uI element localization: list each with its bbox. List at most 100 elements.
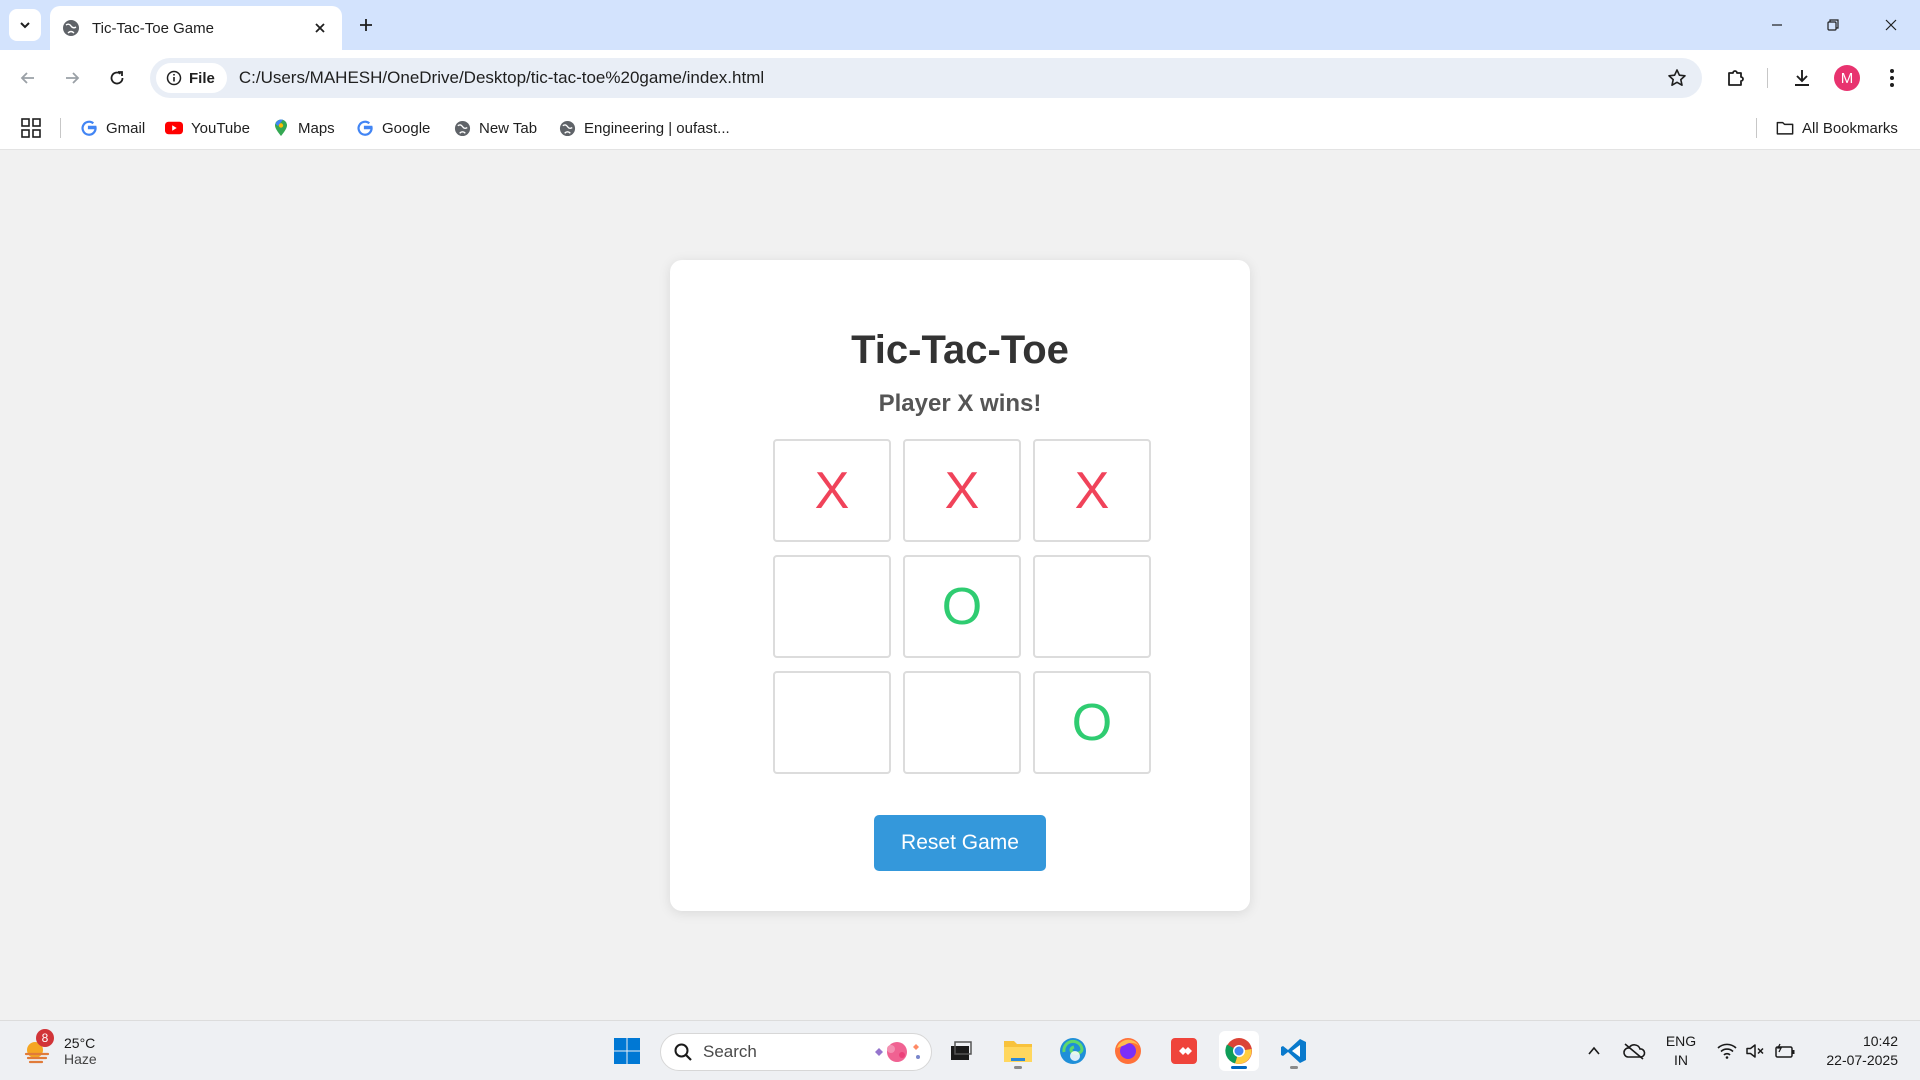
onedrive-tray[interactable] (1619, 1033, 1649, 1069)
weather-widget[interactable]: 8 25°C Haze (22, 1029, 97, 1071)
arrow-left-icon (20, 72, 34, 84)
weather-temperature: 25°C (64, 1035, 96, 1051)
site-info-label: File (189, 69, 215, 87)
board-cell[interactable] (903, 671, 1021, 774)
battery-tray[interactable] (1772, 1033, 1798, 1069)
board-cell[interactable]: X (1033, 439, 1151, 542)
bookmark-label: Google (382, 119, 431, 137)
start-button[interactable] (607, 1031, 647, 1071)
new-tab-button[interactable] (352, 11, 380, 39)
bookmark-star-icon[interactable] (1662, 63, 1692, 93)
game-status: Player X wins! (878, 390, 1042, 417)
battery-charging-icon (1775, 1043, 1795, 1058)
board-cell[interactable]: O (903, 555, 1021, 658)
more-vertical-icon (1890, 69, 1894, 87)
firefox-app[interactable] (1108, 1031, 1148, 1071)
weather-description: Haze (64, 1051, 97, 1067)
info-icon (166, 70, 182, 86)
edge-app[interactable] (1053, 1031, 1093, 1071)
bookmarks-bar: Gmail YouTube Maps Google New Tab Engine… (0, 106, 1920, 150)
chevron-down-icon (20, 22, 30, 29)
close-window-button[interactable] (1874, 10, 1908, 40)
reload-icon (110, 71, 124, 85)
extensions-button[interactable] (1720, 62, 1752, 94)
bookmark-maps[interactable]: Maps (272, 116, 335, 140)
globe-icon (558, 119, 576, 137)
apps-grid-icon[interactable] (20, 117, 42, 139)
show-hidden-icons-button[interactable] (1582, 1033, 1606, 1069)
downloads-button[interactable] (1786, 62, 1818, 94)
board-cell[interactable]: X (773, 439, 891, 542)
board-cell[interactable] (773, 555, 891, 658)
google-icon (356, 119, 374, 137)
weather-alert-badge: 8 (36, 1029, 54, 1047)
bookmark-label: YouTube (191, 119, 250, 137)
board-cell[interactable] (773, 671, 891, 774)
wifi-tray[interactable] (1714, 1033, 1740, 1069)
menu-button[interactable] (1876, 62, 1908, 94)
bookmark-google[interactable]: Google (356, 116, 430, 140)
site-info-chip[interactable]: File (156, 63, 227, 93)
close-tab-icon[interactable] (310, 18, 330, 38)
plus-icon (360, 19, 372, 31)
bookmark-gmail[interactable]: Gmail (80, 116, 145, 140)
task-view-button[interactable] (941, 1031, 981, 1071)
bookmark-youtube[interactable]: YouTube (165, 116, 250, 140)
url-text[interactable]: C:/Users/MAHESH/OneDrive/Desktop/tic-tac… (239, 68, 1662, 88)
chrome-app[interactable] (1219, 1031, 1259, 1071)
forward-button[interactable] (56, 62, 88, 94)
board-cell[interactable] (1033, 555, 1151, 658)
vscode-app[interactable] (1274, 1031, 1314, 1071)
reset-game-button[interactable]: Reset Game (874, 815, 1046, 871)
clock-date: 22-07-2025 (1826, 1052, 1898, 1068)
game-card: Tic-Tac-Toe Player X wins! X X X O O Res… (670, 260, 1250, 911)
clock-time: 10:42 (1862, 1033, 1898, 1049)
folder-icon (1004, 1041, 1032, 1062)
all-bookmarks-label: All Bookmarks (1802, 119, 1898, 137)
page-viewport: Tic-Tac-Toe Player X wins! X X X O O Res… (0, 150, 1920, 1020)
bookmarks-divider (60, 118, 61, 138)
game-board: X X X O O (773, 439, 1151, 774)
folder-icon (1776, 119, 1794, 137)
windows-taskbar: 8 25°C Haze Search ENG IN 10:42 22-07-20… (0, 1020, 1920, 1080)
bookmark-engineering[interactable]: Engineering | oufast... (558, 116, 730, 140)
bookmark-label: Engineering | oufast... (584, 119, 730, 137)
minimize-button[interactable] (1760, 10, 1794, 40)
taskbar-search[interactable]: Search (660, 1033, 932, 1071)
maps-icon (272, 119, 290, 137)
language-indicator[interactable]: ENG IN (1664, 1032, 1698, 1070)
globe-icon (63, 20, 79, 36)
back-button[interactable] (12, 62, 44, 94)
file-explorer-app[interactable] (998, 1031, 1038, 1071)
language-region: IN (1674, 1052, 1688, 1068)
search-icon (674, 1043, 692, 1061)
tab-strip: Tic-Tac-Toe Game (0, 0, 1920, 50)
wifi-icon (1717, 1043, 1737, 1059)
address-bar[interactable]: File C:/Users/MAHESH/OneDrive/Desktop/ti… (150, 58, 1702, 98)
arrow-right-icon (66, 72, 80, 84)
google-icon (80, 119, 98, 137)
chevron-up-icon (1588, 1046, 1600, 1055)
toolbar-divider (1767, 68, 1768, 88)
board-cell[interactable]: O (1033, 671, 1151, 774)
restore-button[interactable] (1816, 10, 1850, 40)
profile-avatar[interactable]: M (1834, 65, 1860, 91)
browser-tab[interactable]: Tic-Tac-Toe Game (50, 6, 342, 50)
volume-tray[interactable] (1742, 1033, 1768, 1069)
restore-icon (1827, 19, 1839, 31)
anydesk-app[interactable] (1164, 1031, 1204, 1071)
minimize-icon (1772, 24, 1782, 26)
tab-search-button[interactable] (9, 9, 41, 41)
board-cell[interactable]: X (903, 439, 1021, 542)
tab-title: Tic-Tac-Toe Game (92, 19, 214, 37)
bookmark-label: New Tab (479, 119, 538, 137)
youtube-icon (165, 119, 183, 137)
all-bookmarks-button[interactable]: All Bookmarks (1776, 116, 1898, 140)
puzzle-icon (1728, 70, 1744, 86)
system-clock[interactable]: 10:42 22-07-2025 (1808, 1032, 1898, 1070)
chrome-icon (1225, 1038, 1252, 1064)
bookmark-new-tab[interactable]: New Tab (453, 116, 537, 140)
bookmark-label: Maps (298, 119, 335, 137)
browser-toolbar: File C:/Users/MAHESH/OneDrive/Desktop/ti… (0, 50, 1920, 106)
reload-button[interactable] (101, 62, 133, 94)
